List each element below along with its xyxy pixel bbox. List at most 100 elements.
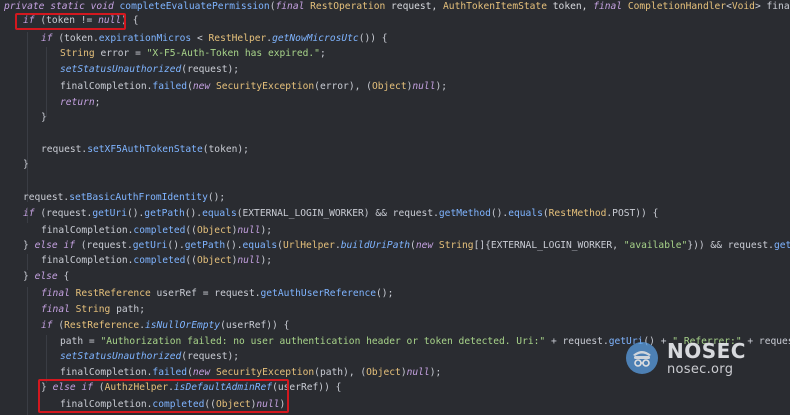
code-token: null <box>237 255 261 266</box>
code-token: < <box>191 33 209 44</box>
code-token: (). <box>490 208 509 219</box>
code-line[interactable]: } <box>23 158 29 172</box>
code-token: new <box>192 367 216 378</box>
code-token: path = <box>60 336 101 347</box>
code-token: final <box>41 304 76 315</box>
code-token: null <box>406 367 430 378</box>
code-token: finalCompletion. <box>41 255 134 266</box>
code-line[interactable]: finalCompletion.failed(new SecurityExcep… <box>60 80 447 94</box>
watermark-site: nosec.org <box>667 361 734 377</box>
code-token: equals <box>508 208 543 219</box>
code-token: (). <box>184 208 203 219</box>
code-line[interactable]: } else if (AuthzHelper.isDefaultAdminRef… <box>41 381 341 395</box>
code-token: null <box>98 15 122 26</box>
code-token: error = <box>100 48 147 59</box>
code-token: (userRef)) { <box>272 382 342 393</box>
code-line[interactable]: final String path; <box>41 303 145 317</box>
code-token: finalCompletion. <box>41 225 134 236</box>
code-token: ); <box>260 225 273 236</box>
code-token: equals <box>242 240 278 251</box>
code-token: setStatusUnauthorized <box>60 351 182 362</box>
code-token: (error), ( <box>314 81 372 92</box>
code-line[interactable]: if (token.expirationMicros < RestHelper.… <box>41 32 388 46</box>
code-token: completed <box>133 255 186 266</box>
code-token: String <box>60 48 101 59</box>
code-token: null <box>256 399 280 410</box>
code-token: (request); <box>181 64 240 75</box>
code-token: (userRef)) { <box>220 320 290 331</box>
code-token: completed <box>152 399 205 410</box>
code-token: ; <box>94 97 101 108</box>
code-line[interactable]: request.setXF5AuthTokenState(token); <box>41 143 249 157</box>
code-line[interactable]: if (token != null) { <box>23 14 139 28</box>
code-token: "available" <box>623 240 688 251</box>
code-line[interactable]: request.setBasicAuthFromIdentity(); <box>23 191 225 205</box>
code-token: getPath <box>144 208 185 219</box>
code-line[interactable]: } else if (request.getUri().getPath().eq… <box>23 239 790 253</box>
code-token: "Authorization failed: no user authentic… <box>100 336 546 347</box>
code-token: finalCompletion. <box>60 399 153 410</box>
code-token: setXF5AuthTokenState <box>87 144 203 155</box>
code-token: return <box>60 97 95 108</box>
code-token: request, <box>391 1 444 12</box>
code-token: finalCompletion. <box>60 81 153 92</box>
code-editor[interactable]: private static void completeEvaluatePerm… <box>0 0 790 415</box>
code-token: failed <box>152 81 188 92</box>
code-token: (); <box>376 288 394 299</box>
indent-guide <box>27 32 28 202</box>
code-token: ); <box>435 81 448 92</box>
code-token: RestOperation <box>310 1 392 12</box>
code-token: final <box>275 1 311 12</box>
code-line[interactable]: finalCompletion.completed((Object)null); <box>60 398 291 412</box>
code-token: (request); <box>181 351 240 362</box>
code-token: Object <box>366 367 401 378</box>
code-token: request. <box>23 192 70 203</box>
code-token: })) && request. <box>687 240 774 251</box>
code-token: (). <box>167 240 185 251</box>
code-token: getUri <box>132 240 168 251</box>
code-token: AuthTokenItemState <box>443 1 553 12</box>
code-line[interactable]: } else { <box>23 270 69 284</box>
code-line[interactable]: String error = "X-F5-Auth-Token has expi… <box>60 47 326 61</box>
code-line[interactable]: private static void completeEvaluatePerm… <box>4 0 790 14</box>
code-token: token, <box>552 1 594 12</box>
indent-guide <box>46 47 47 117</box>
code-token: userRef = request. <box>156 288 261 299</box>
code-token: setStatusUnauthorized <box>60 64 182 75</box>
code-token: buildUriPath <box>340 240 411 251</box>
code-line[interactable]: setStatusUnauthorized(request); <box>60 63 239 77</box>
code-token: ()) { <box>358 33 388 44</box>
code-token: (). <box>225 240 243 251</box>
code-token: else <box>34 271 64 282</box>
code-token: String <box>438 240 474 251</box>
code-token: SecurityException <box>215 81 315 92</box>
indent-guide <box>46 335 47 383</box>
code-token: (EXTERNAL_LOGIN_WORKER) && request. <box>236 208 439 219</box>
code-token: getMethod <box>438 208 491 219</box>
code-line[interactable]: final RestReference userRef = request.ge… <box>41 287 393 301</box>
code-token: String <box>75 304 117 315</box>
code-line[interactable]: finalCompletion.completed((Object)null); <box>41 254 272 268</box>
code-line[interactable]: finalCompletion.completed((Object)null); <box>41 224 272 238</box>
code-token: } <box>23 271 35 282</box>
code-token: if <box>23 208 41 219</box>
code-token: } <box>41 112 47 123</box>
code-line[interactable]: finalCompletion.failed(new SecurityExcep… <box>60 366 441 380</box>
code-token: (( <box>185 225 197 236</box>
code-token: ; <box>319 48 326 59</box>
code-line[interactable]: if (RestReference.isNullOrEmpty(userRef)… <box>41 319 289 333</box>
code-token: (); <box>207 192 226 203</box>
code-token: final <box>41 288 76 299</box>
code-line[interactable]: setStatusUnauthorized(request); <box>60 350 239 364</box>
code-line[interactable]: } <box>41 111 47 125</box>
code-token: equals <box>202 208 237 219</box>
code-token: } <box>23 240 35 251</box>
code-token: if <box>41 320 59 331</box>
code-line[interactable]: return; <box>60 96 100 110</box>
code-token: ); <box>260 255 273 266</box>
code-token: if <box>41 33 59 44</box>
code-token: (). <box>126 208 145 219</box>
code-token: finalCompletion. <box>60 367 153 378</box>
code-line[interactable]: if (request.getUri().getPath().equals(EX… <box>23 207 658 221</box>
code-token: (token); <box>202 144 249 155</box>
